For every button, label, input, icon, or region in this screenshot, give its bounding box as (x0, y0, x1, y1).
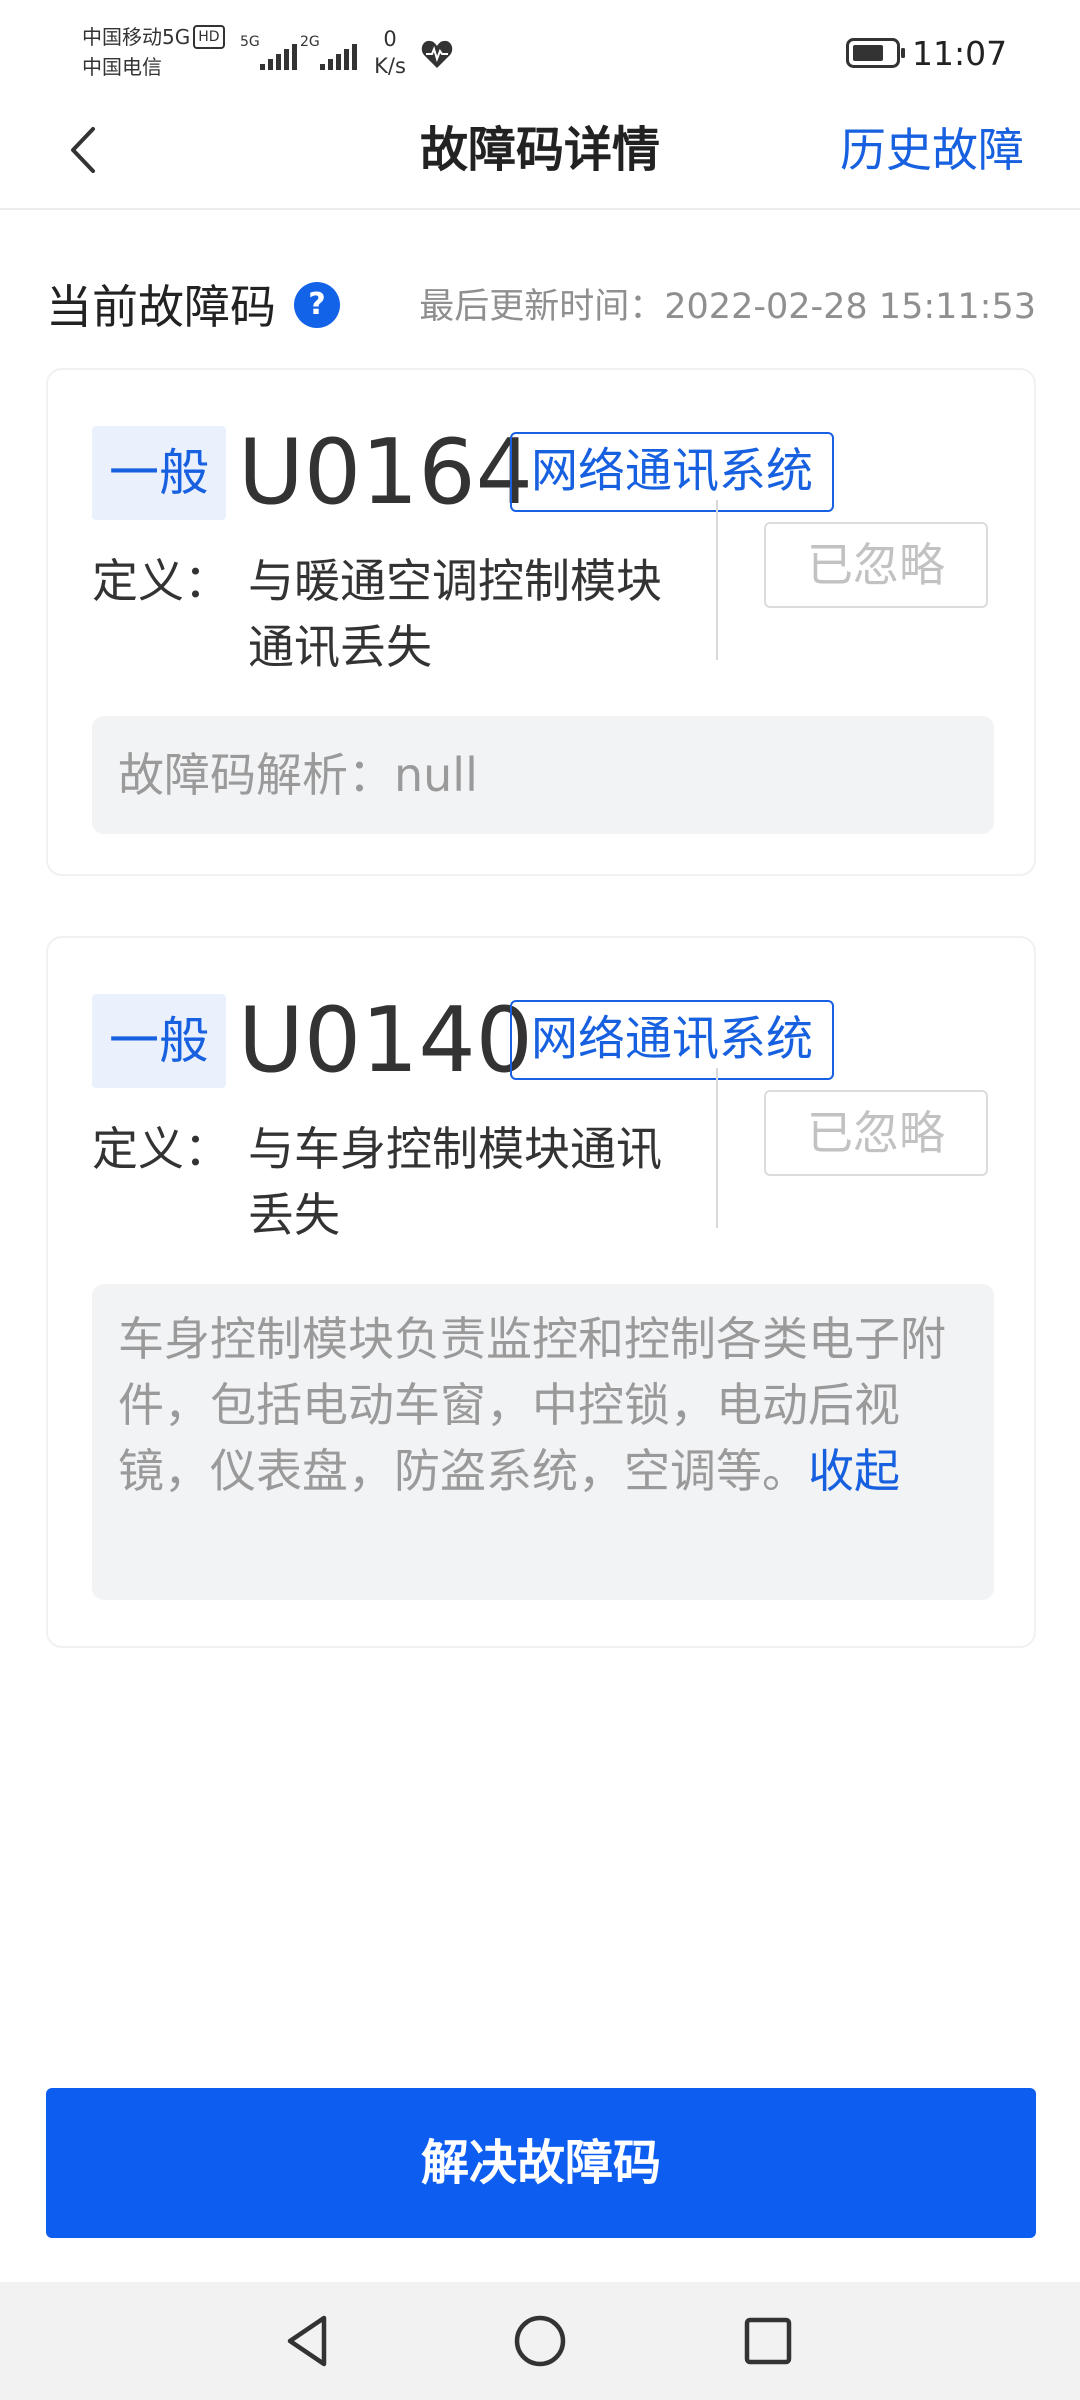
battery-icon (846, 38, 905, 68)
nav-recent-apps-icon[interactable] (733, 2306, 803, 2376)
section-header: 当前故障码 ? 最后更新时间：2022-02-28 15:11:53 (46, 270, 1036, 344)
signal-1-tag: 5G (240, 34, 260, 50)
nav-bar: 故障码详情 历史故障 (0, 100, 1080, 210)
divider (716, 1068, 718, 1228)
carrier-2: 中国电信 (82, 55, 162, 79)
fault-card: 一般 U0164 网络通讯系统 已忽略 定义： 与暖通空调控制模块通讯丢失 故障… (46, 368, 1036, 876)
section-title: 当前故障码 (46, 280, 276, 334)
net-speed: 0 K/s (368, 26, 412, 80)
carrier-info: 中国移动5G HD 中国电信 (82, 22, 225, 82)
net-speed-unit: K/s (374, 54, 406, 78)
analysis-text: 故障码解析：null (118, 748, 478, 802)
definition-text: 与暖通空调控制模块通讯丢失 (248, 554, 662, 674)
fault-code: U0140 (238, 988, 533, 1093)
signal-icon: 5G (240, 34, 297, 74)
definition-label: 定义： (92, 1122, 230, 1176)
signal-icon: 2G (300, 34, 357, 74)
resolve-fault-button[interactable]: 解决故障码 (46, 2088, 1036, 2238)
collapse-link[interactable]: 收起 (808, 1444, 900, 1498)
last-update-time: 最后更新时间：2022-02-28 15:11:53 (419, 287, 1036, 327)
ignored-button[interactable]: 已忽略 (764, 1090, 988, 1176)
analysis-box: 车身控制模块负责监控和控制各类电子附件，包括电动车窗，中控锁，电动后视镜，仪表盘… (92, 1284, 994, 1600)
definition-label: 定义： (92, 554, 230, 608)
system-tag: 网络通讯系统 (510, 1000, 834, 1080)
definition-text: 与车身控制模块通讯丢失 (248, 1122, 662, 1242)
system-nav-bar (0, 2282, 1080, 2400)
divider (716, 500, 718, 660)
net-speed-value: 0 (383, 27, 397, 51)
status-bar: 中国移动5G HD 中国电信 5G 2G 0 K/s 11:07 (0, 0, 1080, 108)
history-faults-link[interactable]: 历史故障 (840, 110, 1024, 190)
help-icon[interactable]: ? (294, 282, 340, 328)
fault-code-detail-screen: 中国移动5G HD 中国电信 5G 2G 0 K/s 11:07 故障码详情 历… (0, 0, 1080, 2400)
nav-home-icon[interactable] (505, 2306, 575, 2376)
clock: 11:07 (912, 34, 1008, 73)
carrier-1: 中国移动5G (82, 25, 191, 49)
signal-2-tag: 2G (300, 34, 320, 50)
health-icon (421, 40, 453, 68)
nav-back-icon[interactable] (274, 2306, 344, 2376)
system-tag: 网络通讯系统 (510, 432, 834, 512)
ignored-button[interactable]: 已忽略 (764, 522, 988, 608)
level-badge: 一般 (92, 994, 226, 1088)
fault-card: 一般 U0140 网络通讯系统 已忽略 定义： 与车身控制模块通讯丢失 车身控制… (46, 936, 1036, 1648)
level-badge: 一般 (92, 426, 226, 520)
analysis-box: 故障码解析：null (92, 716, 994, 834)
hd-badge: HD (193, 25, 225, 49)
fault-code: U0164 (238, 420, 533, 525)
